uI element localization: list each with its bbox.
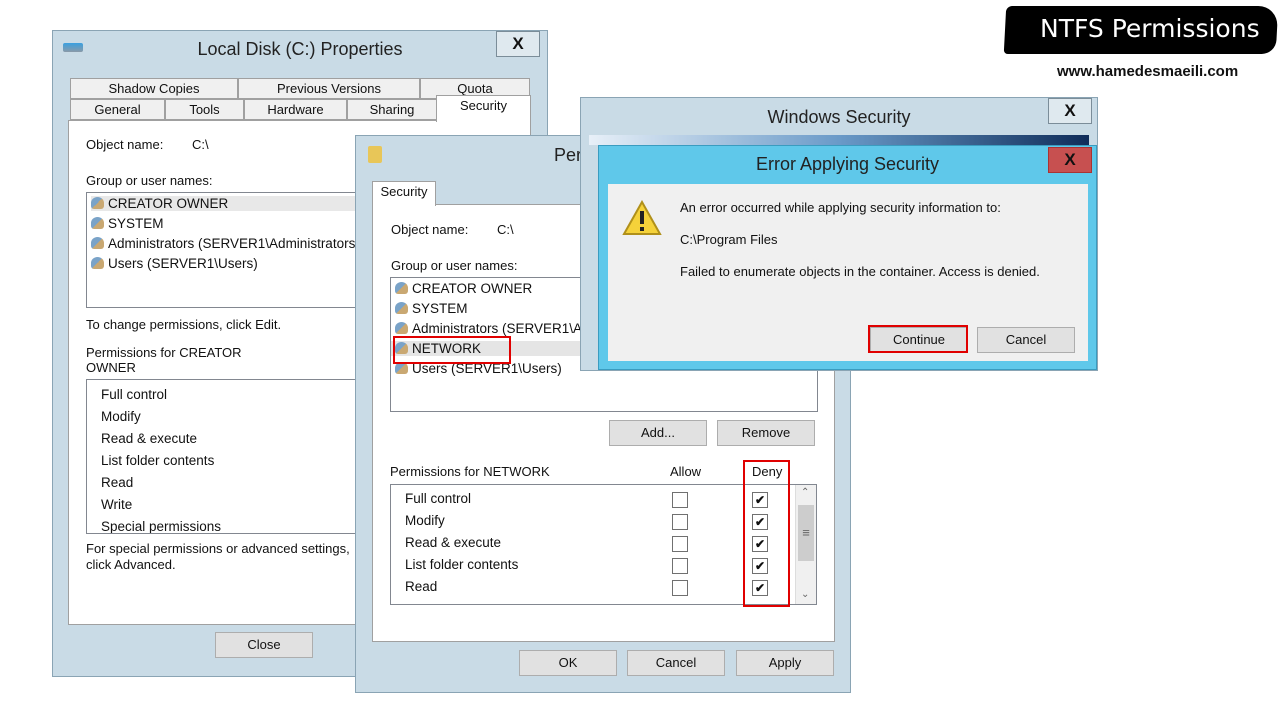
allow-header: Allow bbox=[670, 464, 702, 479]
users-icon bbox=[395, 302, 408, 314]
dialog-body: An error occurred while applying securit… bbox=[608, 184, 1088, 361]
dialog-title: Error Applying Security bbox=[755, 154, 940, 174]
scrollbar[interactable]: ⌃ ≡ ⌄ bbox=[795, 485, 816, 604]
list-item[interactable]: Users (SERVER1\Users) bbox=[91, 256, 258, 271]
list-item[interactable]: Administrators (SERVER1\Administrators) bbox=[91, 236, 360, 251]
cancel-button[interactable]: Cancel bbox=[977, 327, 1075, 353]
network-highlight bbox=[393, 336, 511, 364]
perm-item: List folder contents bbox=[405, 557, 519, 572]
close-icon[interactable]: X bbox=[1048, 147, 1092, 173]
user-name: SYSTEM bbox=[108, 216, 164, 231]
error-message: An error occurred while applying securit… bbox=[680, 200, 1001, 215]
user-name: CREATOR OWNER bbox=[108, 196, 229, 211]
banner-title: NTFS Permissions bbox=[1040, 14, 1260, 43]
apply-button[interactable]: Apply bbox=[736, 650, 834, 676]
gradient-bar bbox=[589, 135, 1089, 145]
object-name-value: C:\ bbox=[497, 222, 514, 237]
perm-item: Full control bbox=[101, 387, 168, 402]
tab-general[interactable]: General bbox=[70, 99, 165, 120]
perm-item: Full control bbox=[405, 491, 472, 506]
tab-security[interactable]: Security bbox=[436, 95, 531, 122]
error-detail: Failed to enumerate objects in the conta… bbox=[680, 264, 1040, 279]
tab-sharing[interactable]: Sharing bbox=[347, 99, 437, 120]
scroll-thumb[interactable]: ≡ bbox=[798, 505, 814, 561]
perm-item: Modify bbox=[405, 513, 445, 528]
users-icon bbox=[91, 237, 104, 249]
user-name: Administrators (SERVER1\Administrators) bbox=[108, 236, 360, 251]
deny-column-highlight bbox=[743, 460, 790, 607]
window-title: Windows Security bbox=[767, 107, 911, 127]
tab-security[interactable]: Security bbox=[372, 181, 436, 206]
group-label: Group or user names: bbox=[391, 258, 518, 273]
allow-checkbox[interactable] bbox=[672, 514, 688, 530]
users-icon bbox=[91, 197, 104, 209]
user-name: Users (SERVER1\Users) bbox=[108, 256, 258, 271]
allow-checkbox[interactable] bbox=[672, 580, 688, 596]
warning-icon bbox=[622, 200, 662, 235]
change-hint: To change permissions, click Edit. bbox=[86, 317, 282, 332]
close-icon[interactable]: X bbox=[496, 31, 540, 57]
group-label: Group or user names: bbox=[86, 173, 213, 188]
user-name: CREATOR OWNER bbox=[412, 281, 533, 296]
object-name-label: Object name: bbox=[86, 137, 164, 152]
users-icon bbox=[395, 282, 408, 294]
advanced-hint: For special permissions or advanced sett… bbox=[86, 541, 350, 572]
close-button[interactable]: Close bbox=[215, 632, 313, 658]
object-name-label: Object name: bbox=[391, 222, 469, 237]
tab-tools[interactable]: Tools bbox=[165, 99, 244, 120]
allow-checkbox[interactable] bbox=[672, 492, 688, 508]
permissions-label: Permissions for CREATOR OWNER bbox=[86, 345, 242, 375]
users-icon bbox=[91, 257, 104, 269]
perm-item: Read & execute bbox=[405, 535, 502, 550]
perm-item: Read & execute bbox=[101, 431, 198, 446]
tab-hardware[interactable]: Hardware bbox=[244, 99, 347, 120]
perm-item: Write bbox=[101, 497, 133, 512]
allow-checkbox[interactable] bbox=[672, 536, 688, 552]
list-item[interactable]: SYSTEM bbox=[91, 216, 164, 231]
perm-item: Special permissions bbox=[101, 519, 222, 534]
permissions-label: Permissions for NETWORK bbox=[390, 464, 550, 479]
perm-item: Read bbox=[101, 475, 134, 490]
perm-item: Modify bbox=[101, 409, 141, 424]
list-item[interactable]: SYSTEM bbox=[395, 301, 468, 316]
users-icon bbox=[395, 322, 408, 334]
window-title: Local Disk (C:) Properties bbox=[197, 39, 403, 59]
continue-highlight bbox=[868, 325, 968, 353]
error-dialog: Error Applying Security X An error occur… bbox=[598, 145, 1097, 370]
perm-item: Read bbox=[405, 579, 438, 594]
scroll-down-icon[interactable]: ⌄ bbox=[801, 589, 809, 600]
scroll-up-icon[interactable]: ⌃ bbox=[801, 487, 809, 498]
users-icon bbox=[91, 217, 104, 229]
perm-item: List folder contents bbox=[101, 453, 215, 468]
allow-checkbox[interactable] bbox=[672, 558, 688, 574]
tab-previous-versions[interactable]: Previous Versions bbox=[238, 78, 420, 99]
error-path: C:\Program Files bbox=[680, 232, 778, 247]
object-name-value: C:\ bbox=[192, 137, 209, 152]
tab-shadow-copies[interactable]: Shadow Copies bbox=[70, 78, 238, 99]
remove-button[interactable]: Remove bbox=[717, 420, 815, 446]
user-name: SYSTEM bbox=[412, 301, 468, 316]
add-button[interactable]: Add... bbox=[609, 420, 707, 446]
list-item[interactable]: CREATOR OWNER bbox=[395, 281, 532, 296]
ok-button[interactable]: OK bbox=[519, 650, 617, 676]
close-icon[interactable]: X bbox=[1048, 98, 1092, 124]
cancel-button[interactable]: Cancel bbox=[627, 650, 725, 676]
website-label: www.hamedesmaeili.com bbox=[1057, 63, 1239, 80]
